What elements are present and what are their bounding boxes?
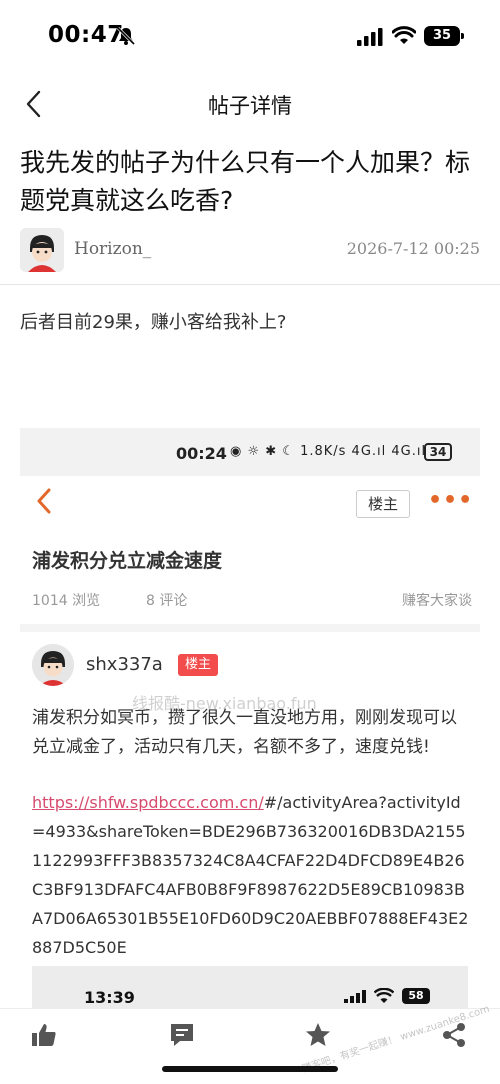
embedded-title: 浦发积分兑立减金速度 [32,550,223,572]
embedded-user-row: shx337a 楼主 [32,644,472,692]
post-timestamp: 2026-7-12 00:25 [346,239,480,258]
embedded-views: 1014 浏览 [32,593,101,609]
status-bar: 00:47 35 [0,0,500,72]
top-nav: 帖子详情 [0,72,500,136]
embedded-comments: 8 评论 [146,593,188,609]
page-title: 帖子详情 [208,94,292,118]
divider [0,284,500,285]
embedded-inner-signal-icon [344,990,366,1003]
embedded-more-icon: ••• [428,488,474,513]
author-row: Horizon_ 2026-7-12 00:25 [20,228,480,274]
embedded-meta: 1014 浏览 8 评论 赚客大家谈 [32,590,472,610]
embedded-link: https://shfw.spdbccc.com.cn/#/activityAr… [32,788,472,962]
embedded-gap [20,624,480,632]
favorite-star-icon[interactable] [304,1021,332,1049]
like-icon[interactable] [30,1021,58,1049]
embedded-inner-battery-icon: 58 [402,988,430,1004]
signal-icon [357,28,383,46]
embedded-inner-wifi-icon [374,988,394,1003]
embedded-nav: 楼主 ••• [20,476,480,530]
post-body: 后者目前29果，赚小客给我补上? [20,312,287,333]
embedded-forum: 赚客大家谈 [402,593,472,609]
avatar-icon [20,228,64,272]
embedded-inner-time: 13:39 [84,988,135,1007]
embedded-inner-screenshot: 13:39 58 [32,966,468,1008]
embedded-screenshot[interactable]: 00:24 ◉ ☼ ✱ ☾ 1.8K/s 4G.ıl 4G.ıl 34 楼主 •… [20,428,480,1008]
wifi-icon [392,26,416,44]
embedded-avatar-icon [32,644,74,686]
comment-icon[interactable] [168,1021,196,1049]
embedded-text: 浦发积分如冥币，攒了很久一直没地方用，刚刚发现可以兑立减金了，活动只有几天，名额… [32,708,457,757]
embedded-status-bar: 00:24 ◉ ☼ ✱ ☾ 1.8K/s 4G.ıl 4G.ıl 34 [20,428,480,476]
author-name[interactable]: Horizon_ [74,239,151,259]
embedded-username: shx337a [86,654,163,675]
embedded-back-icon [37,488,51,514]
battery-icon: 35 [424,26,464,46]
embedded-link-rest: #/activityArea?activityId=4933&shareToke… [32,793,469,957]
embedded-owner-button: 楼主 [356,490,410,518]
avatar[interactable] [20,228,64,272]
embedded-link-underlined: https://shfw.spdbccc.com.cn/ [32,793,264,812]
embedded-avatar [32,644,74,686]
home-indicator[interactable] [162,1066,338,1072]
mute-bell-icon [116,26,136,46]
embedded-status-icons: ◉ ☼ ✱ ☾ 1.8K/s 4G.ıl 4G.ıl [230,444,427,459]
status-time: 00:47 [48,22,124,48]
post-title: 我先发的帖子为什么只有一个人加果？标题党真就这么吃香? [20,148,471,215]
embedded-owner-badge: 楼主 [178,654,218,676]
embedded-status-time: 00:24 [176,444,227,463]
embedded-battery-icon: 34 [424,443,452,461]
